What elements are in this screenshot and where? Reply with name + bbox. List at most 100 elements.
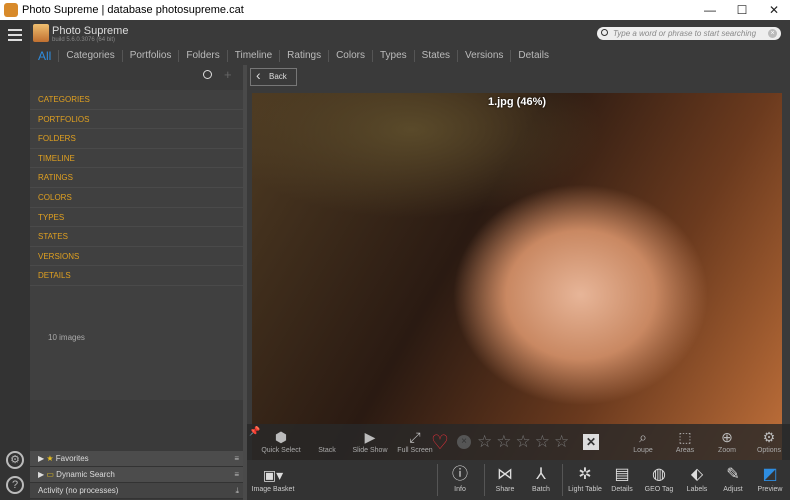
adjust-button[interactable]: ✎ Adjust: [713, 464, 753, 493]
menu-icon[interactable]: ≡: [234, 451, 239, 467]
category-item[interactable]: CATEGORIES: [30, 90, 243, 110]
info-icon: ⓘ: [451, 466, 468, 483]
zoom-label: Zoom: [718, 447, 736, 454]
slide-show-label: Slide Show: [352, 447, 388, 454]
pin-icon[interactable]: 📌: [249, 426, 260, 437]
minimize-button[interactable]: —: [694, 0, 726, 20]
options-button[interactable]: ⚙ Options: [749, 427, 789, 454]
settings-gear-icon[interactable]: ⚙: [6, 451, 24, 469]
app-icon: [4, 3, 18, 17]
reject-icon[interactable]: ×: [457, 435, 471, 449]
category-item[interactable]: TIMELINE: [30, 149, 243, 169]
details-label: Details: [611, 486, 633, 493]
add-icon[interactable]: +: [224, 67, 232, 82]
favorites-row[interactable]: ▶ ★ Favorites ≡: [30, 451, 243, 467]
category-item[interactable]: DETAILS: [30, 266, 243, 286]
loupe-label: Loupe: [633, 447, 653, 454]
tab-all[interactable]: All: [30, 50, 58, 62]
category-item[interactable]: TYPES: [30, 208, 243, 228]
info-label: Info: [454, 486, 466, 493]
areas-button[interactable]: ⬚ Areas: [665, 427, 705, 454]
toolbar-separator: [437, 464, 438, 496]
brand-name: Photo Supreme: [52, 25, 129, 37]
light-table-button[interactable]: ✲ Light Table: [565, 464, 605, 493]
tab-ratings[interactable]: Ratings: [279, 50, 328, 62]
hamburger-menu-icon[interactable]: [8, 29, 22, 44]
preview-button[interactable]: ◩ Preview: [750, 464, 790, 493]
tab-details[interactable]: Details: [510, 50, 556, 62]
viewer-topbar: Back: [247, 65, 790, 90]
tab-portfolios[interactable]: Portfolios: [121, 50, 179, 62]
adjust-label: Adjust: [723, 486, 743, 493]
tab-colors[interactable]: Colors: [328, 50, 372, 62]
options-gear-icon: ⚙: [762, 429, 776, 445]
category-item[interactable]: VERSIONS: [30, 247, 243, 267]
image-basket-button[interactable]: ▣▾ Image Basket: [250, 464, 296, 493]
activity-download-icon[interactable]: ⤓: [235, 483, 239, 499]
share-label: Share: [495, 486, 515, 493]
menu-icon[interactable]: ≡: [234, 467, 239, 483]
window-title: Photo Supreme | database photosupreme.ca…: [22, 4, 244, 16]
full-screen-label: Full Screen: [397, 447, 433, 454]
info-button[interactable]: ⓘ Info: [440, 464, 480, 493]
left-panel: + CATEGORIES PORTFOLIOS FOLDERS TIMELINE…: [30, 65, 243, 500]
details-icon: ▤: [614, 466, 630, 483]
search-input[interactable]: Type a word or phrase to start searching…: [597, 27, 781, 40]
geo-tag-button[interactable]: ◍ GEO Tag: [639, 464, 679, 493]
details-button[interactable]: ▤ Details: [602, 464, 642, 493]
left-panel-tools: +: [30, 65, 243, 87]
tab-categories[interactable]: Categories: [58, 50, 121, 62]
zoom-button[interactable]: ⊕ Zoom: [707, 427, 747, 454]
activity-row[interactable]: Activity (no processes) ⤓: [30, 483, 243, 499]
category-item[interactable]: STATES: [30, 227, 243, 247]
category-item[interactable]: PORTFOLIOS: [30, 110, 243, 130]
title-bar: Photo Supreme | database photosupreme.ca…: [0, 0, 790, 20]
image-caption: 1.jpg (46%): [487, 96, 547, 108]
image-basket-icon: ▣▾: [262, 467, 284, 483]
slide-show-icon: ▶: [364, 429, 376, 445]
tab-folders[interactable]: Folders: [178, 50, 226, 62]
brush-icon: ✎: [726, 466, 740, 483]
geo-tag-label: GEO Tag: [644, 486, 674, 493]
stack-button[interactable]: Stack: [307, 427, 347, 454]
slide-show-button[interactable]: ▶ Slide Show: [350, 427, 390, 454]
tab-states[interactable]: States: [413, 50, 457, 62]
clear-rating-icon[interactable]: ✕: [583, 434, 599, 450]
quick-select-button[interactable]: ⬢ Quick Select: [261, 427, 301, 454]
header: Photo Supreme build 5.6.0.3076 (64 bit) …: [30, 20, 790, 65]
category-item[interactable]: RATINGS: [30, 168, 243, 188]
share-icon: ⋈: [497, 466, 513, 483]
full-screen-button[interactable]: ⤢ Full Screen: [395, 427, 435, 454]
loupe-button[interactable]: ⌕ Loupe: [623, 427, 663, 454]
search-icon: [601, 29, 608, 36]
tab-timeline[interactable]: Timeline: [226, 50, 279, 62]
options-label: Options: [756, 447, 782, 454]
left-rail: ⚙ ?: [0, 20, 30, 500]
back-button[interactable]: Back: [250, 67, 297, 86]
panel-search-icon[interactable]: [203, 70, 212, 79]
image-viewer[interactable]: 1.jpg (46%): [252, 93, 782, 460]
share-button[interactable]: ⋈ Share: [485, 464, 525, 493]
favorite-heart-icon[interactable]: ♡: [431, 430, 449, 455]
tag-icon: ⬖: [690, 466, 704, 483]
image-count: 10 images: [48, 333, 85, 342]
maximize-button[interactable]: ☐: [726, 0, 758, 20]
toolbar-separator: [562, 464, 563, 496]
category-item[interactable]: COLORS: [30, 188, 243, 208]
rating-stars[interactable]: ☆☆☆☆☆: [477, 432, 573, 452]
close-button[interactable]: ✕: [758, 0, 790, 20]
clear-search-icon[interactable]: ×: [768, 29, 777, 38]
category-item[interactable]: FOLDERS: [30, 129, 243, 149]
batch-button[interactable]: ⅄ Batch: [521, 464, 561, 493]
full-screen-icon: ⤢: [409, 429, 421, 445]
help-icon[interactable]: ?: [6, 476, 24, 494]
dynamic-search-label: Dynamic Search: [56, 470, 115, 479]
zoom-icon: ⊕: [721, 429, 733, 445]
image-basket-label: Image Basket: [251, 486, 295, 493]
tab-types[interactable]: Types: [371, 50, 414, 62]
panel-bottom-rows: ▶ ★ Favorites ≡ ▶ ▭ Dynamic Search ≡ Activ…: [30, 451, 243, 499]
tab-versions[interactable]: Versions: [457, 50, 510, 62]
batch-label: Batch: [532, 486, 550, 493]
labels-button[interactable]: ⬖ Labels: [677, 464, 717, 493]
dynamic-search-row[interactable]: ▶ ▭ Dynamic Search ≡: [30, 467, 243, 483]
